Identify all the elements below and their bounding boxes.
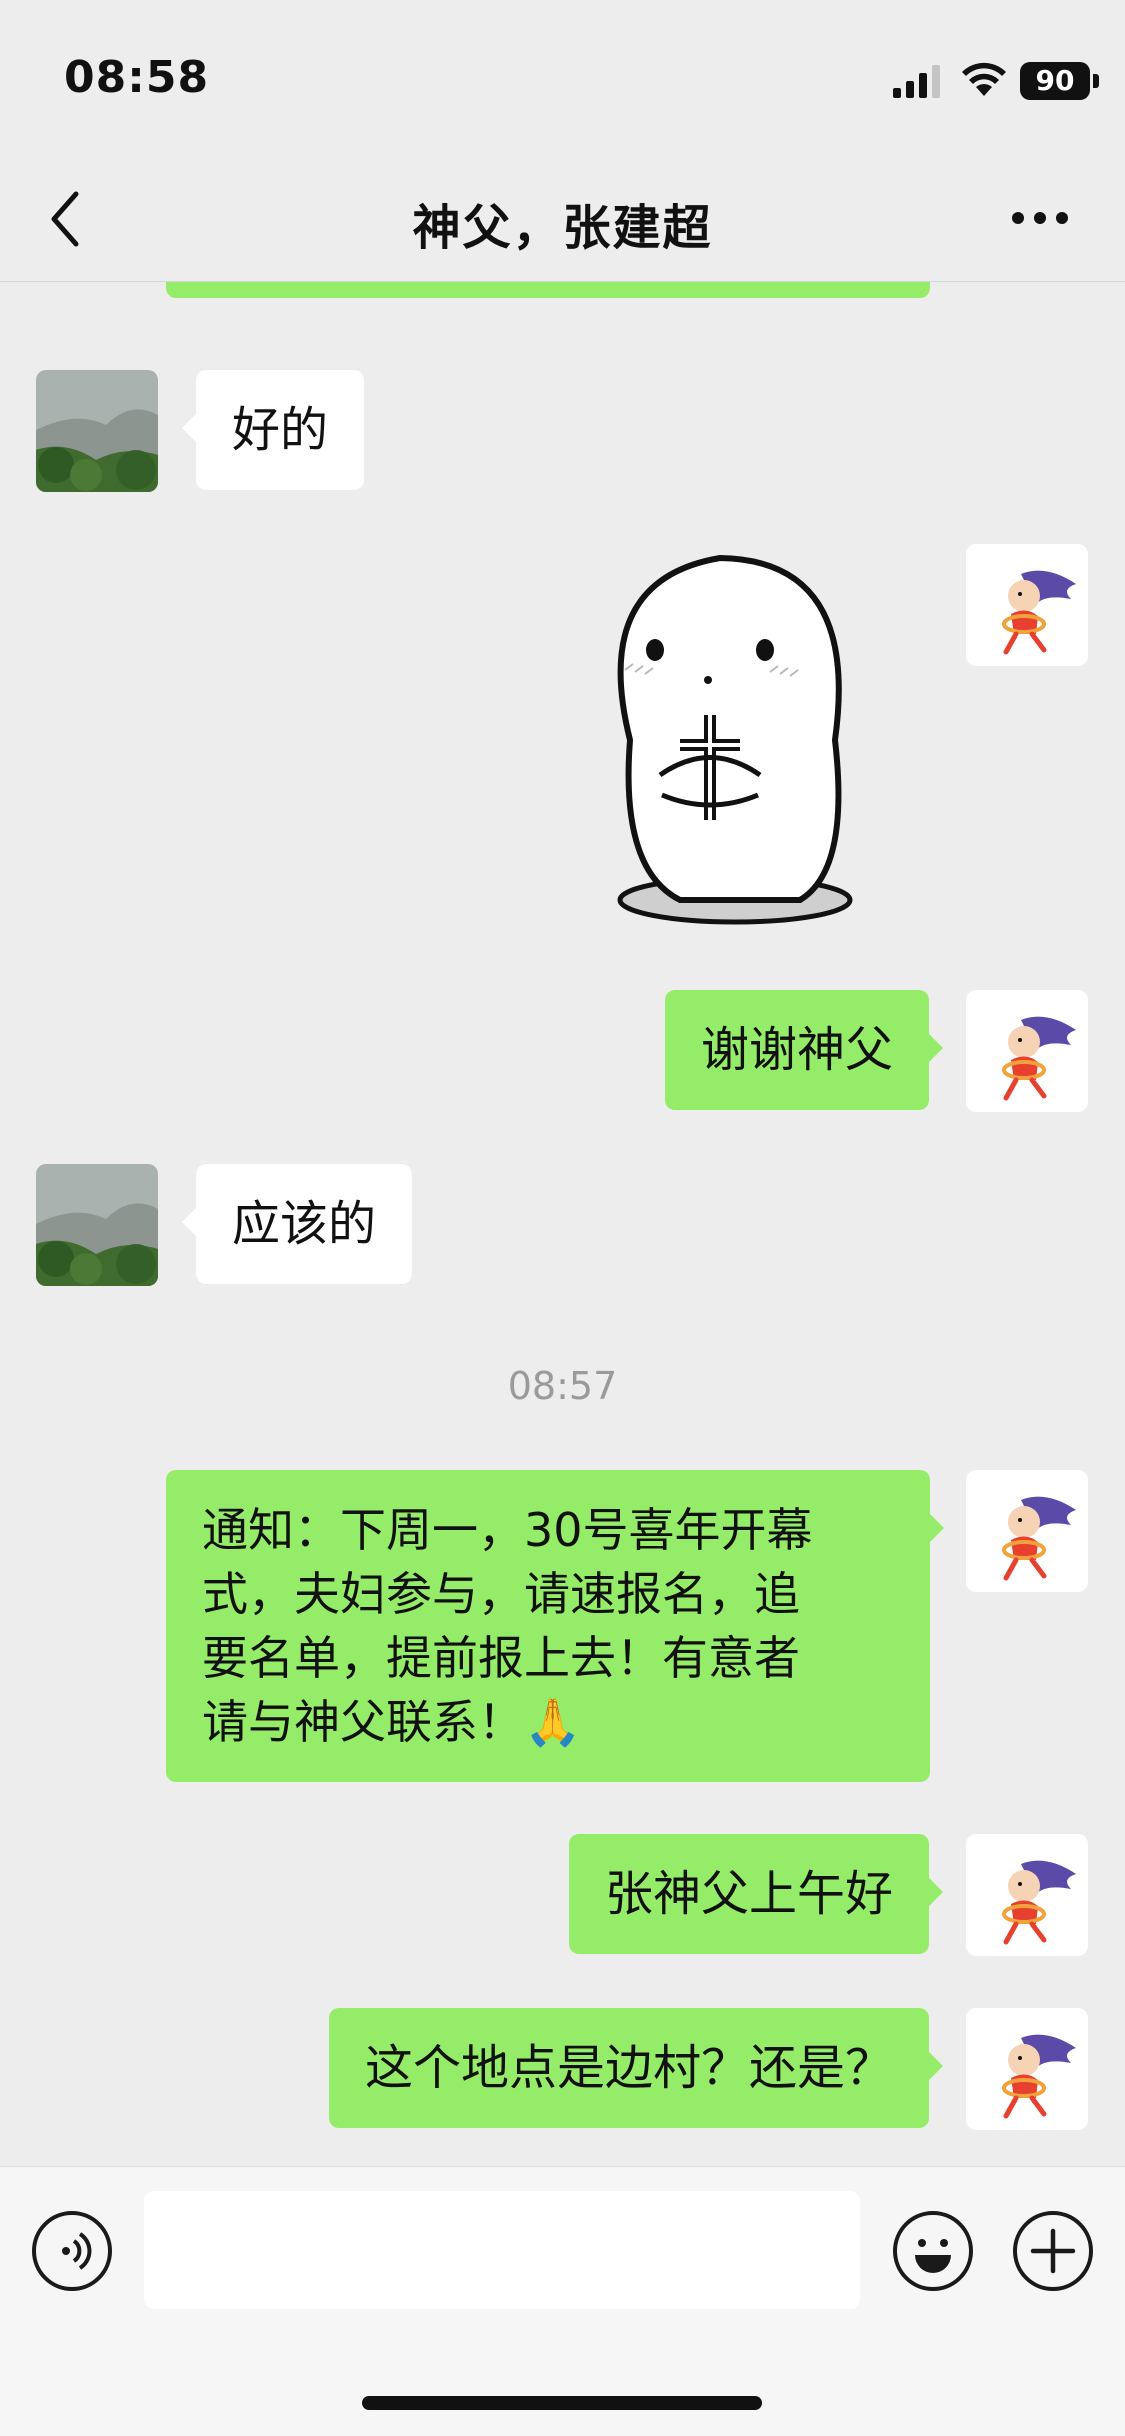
signal-icon (893, 65, 940, 98)
message-line: 通知：下周一，30号喜年开幕 (202, 1503, 813, 1557)
message-bubble-outgoing[interactable]: 谢谢神父 (664, 990, 944, 1110)
chat-message-list[interactable]: 好的 谢谢神父 应该的 08:57 通知：下周一，30号喜年开幕 式，夫妇参与，… (0, 282, 1125, 2166)
chat-title: 神父，张建超 (412, 200, 713, 256)
battery-tip (1093, 74, 1099, 88)
message-input[interactable] (144, 2191, 860, 2309)
emoji-button[interactable] (893, 2211, 973, 2291)
plus-icon (1030, 2228, 1076, 2274)
my-avatar[interactable] (966, 1470, 1088, 1592)
message-bubble-outgoing[interactable]: 通知：下周一，30号喜年开幕 式，夫妇参与，请速报名，追 要名单，提前报上去！有… (166, 1470, 944, 1782)
my-avatar[interactable] (966, 544, 1088, 666)
wifi-icon (962, 62, 1006, 96)
battery-indicator: 90 (1020, 62, 1090, 100)
status-time: 08:58 (64, 52, 210, 103)
plus-button[interactable] (1013, 2211, 1093, 2291)
message-bubble-outgoing[interactable]: 张神父上午好 (568, 1834, 944, 1954)
ellipsis-icon[interactable] (1010, 210, 1070, 226)
message-line: 式，夫妇参与，请速报名，追 (202, 1567, 800, 1621)
my-avatar[interactable] (966, 2008, 1088, 2130)
contact-avatar[interactable] (36, 370, 158, 492)
status-bar: 08:58 90 (0, 0, 1125, 160)
message-bubble-incoming[interactable]: 好的 (181, 370, 365, 490)
emoji-icon (915, 2239, 951, 2273)
message-line: 请与神父联系！🙏 (202, 1695, 582, 1749)
sticker-praying-blob[interactable] (570, 540, 880, 940)
input-bar (0, 2166, 1125, 2436)
message-bubble-incoming[interactable]: 应该的 (181, 1164, 413, 1284)
message-line: 要名单，提前报上去！有意者 (202, 1631, 800, 1685)
contact-avatar[interactable] (36, 1164, 158, 1286)
my-avatar[interactable] (966, 990, 1088, 1112)
my-avatar[interactable] (966, 1834, 1088, 1956)
timestamp-separator: 08:57 (507, 1364, 618, 1408)
voice-icon (62, 2232, 92, 2270)
chat-header: 神父，张建超 (0, 160, 1125, 282)
message-bubble-outgoing[interactable]: 这个地点是边村？还是？ (328, 2008, 944, 2128)
home-indicator[interactable] (362, 2396, 762, 2410)
voice-button[interactable] (32, 2211, 112, 2291)
previous-message-bubble[interactable] (166, 282, 930, 298)
